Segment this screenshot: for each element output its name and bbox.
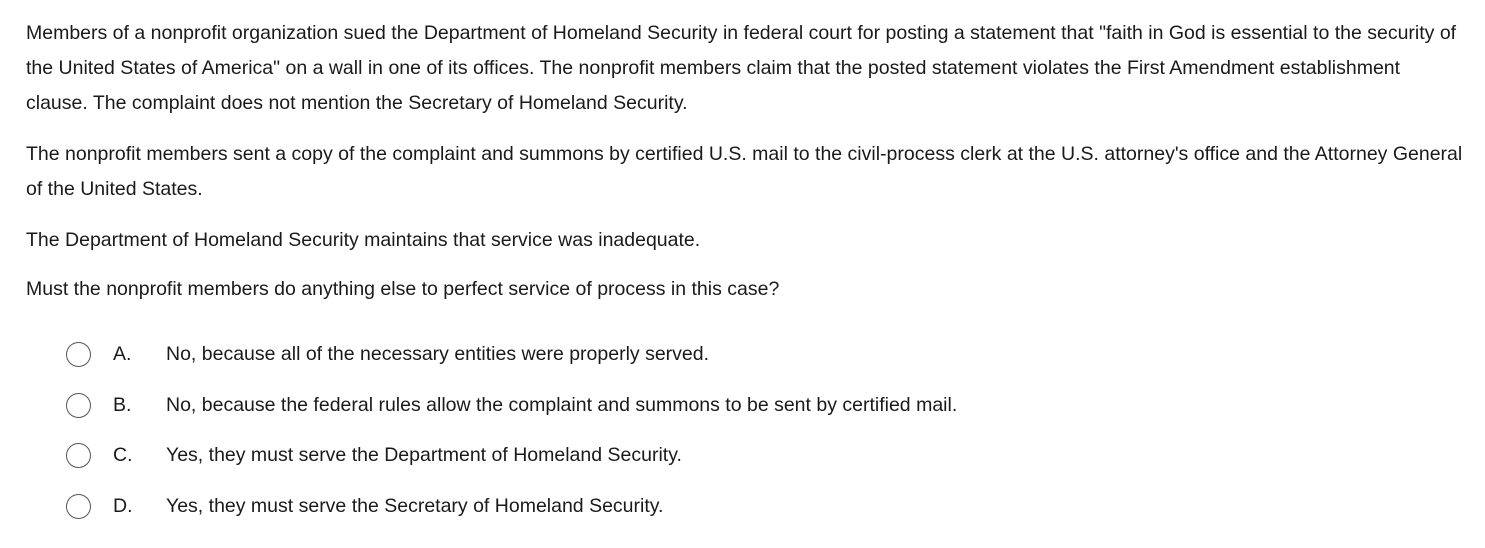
question-paragraph-1: Members of a nonprofit organization sued… <box>26 22 1457 114</box>
option-letter-b: B. <box>113 393 132 416</box>
question-paragraph-2: The nonprofit members sent a copy of the… <box>26 143 1463 200</box>
option-text-c[interactable]: Yes, they must serve the Department of H… <box>166 443 682 467</box>
answer-options: A. No, because all of the necessary enti… <box>66 340 1446 542</box>
option-letter-a: A. <box>113 343 132 365</box>
radio-button-d[interactable] <box>66 493 91 519</box>
radio-button-a[interactable] <box>66 342 91 367</box>
answer-option-a[interactable]: A. No, because all of the necessary enti… <box>66 340 1446 391</box>
question-paragraph-3: The Department of Homeland Security main… <box>26 229 701 251</box>
answer-option-b[interactable]: B. No, because the federal rules allow t… <box>66 391 1446 442</box>
question-prompt: Must the nonprofit members do anything e… <box>26 278 780 300</box>
answer-option-c[interactable]: C. Yes, they must serve the Department o… <box>66 441 1446 492</box>
option-text-d[interactable]: Yes, they must serve the Secretary of Ho… <box>166 494 663 518</box>
option-text-b[interactable]: No, because the federal rules allow the … <box>166 393 957 417</box>
radio-button-c[interactable] <box>66 443 91 468</box>
option-letter-c: C. <box>113 444 133 466</box>
question-stem: Members of a nonprofit organization sued… <box>26 16 1466 307</box>
option-text-a[interactable]: No, because all of the necessary entitie… <box>166 342 709 366</box>
option-letter-d: D. <box>113 494 133 517</box>
radio-button-b[interactable] <box>66 392 91 418</box>
answer-option-d[interactable]: D. Yes, they must serve the Secretary of… <box>66 492 1446 543</box>
